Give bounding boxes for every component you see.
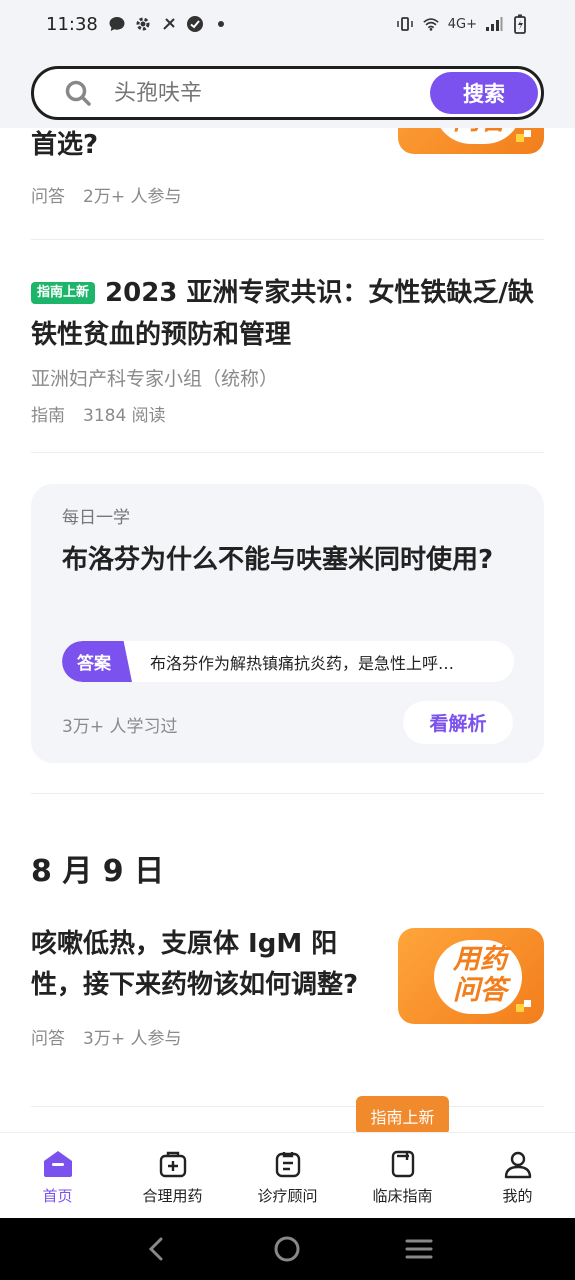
item-title: 首选? (31, 130, 99, 160)
vibrate-icon (396, 15, 414, 33)
home-icon (41, 1147, 75, 1181)
nav-label: 临床指南 (372, 1187, 433, 1205)
search-icon (64, 79, 92, 107)
item-title-text: 2023 亚洲专家共识：女性铁缺乏/缺铁性贫血的预防和管理 (31, 278, 534, 350)
status-time: 11:38 (46, 13, 98, 35)
more-dot-icon (212, 15, 230, 33)
gear-icon (134, 15, 152, 33)
answer-text: 布洛芬作为解热镇痛抗炎药，是急性上呼… (150, 653, 455, 673)
item-source: 亚洲妇产科专家小组（统称） (31, 368, 279, 390)
item-type: 指南 (31, 406, 65, 426)
daily-learn-label: 每日一学 (62, 508, 130, 528)
list-item-guide[interactable]: 指南上新 2023 亚洲专家共识：女性铁缺乏/缺铁性贫血的预防和管理 亚洲妇产科专… (31, 272, 544, 432)
divider (31, 239, 544, 240)
chat-bubble-icon (108, 15, 126, 33)
item-meta: 问答 2万+ 人参与 (31, 182, 181, 207)
profile-icon (501, 1147, 535, 1181)
qa-thumbnail: 用药问答 (398, 928, 544, 1024)
system-nav-bar (0, 1218, 575, 1280)
item-type: 问答 (31, 187, 65, 207)
item-title: 指南上新 2023 亚洲专家共识：女性铁缺乏/缺铁性贫血的预防和管理 (31, 272, 544, 356)
divider (31, 1106, 544, 1107)
answer-preview[interactable]: 答案 布洛芬作为解热镇痛抗炎药，是急性上呼… (62, 641, 514, 682)
nav-item-medication[interactable]: 合理用药 (115, 1133, 230, 1218)
nav-label: 我的 (502, 1187, 533, 1205)
guide-book-icon (386, 1147, 420, 1181)
view-analysis-button[interactable]: 看解析 (403, 701, 513, 744)
guide-new-badge[interactable]: 指南上新 (356, 1096, 449, 1135)
sparkle-icon (516, 130, 531, 142)
qa-thumbnail: 用药问答 (398, 128, 544, 154)
nav-label: 诊疗顾问 (257, 1187, 318, 1205)
list-item-qa[interactable]: 咳嗽低热，支原体 IgM 阳性，接下来药物该如何调整? 问答 3万+ 人参与 用… (31, 924, 544, 1084)
medicine-kit-icon (156, 1147, 190, 1181)
search-header: 搜索 (0, 48, 575, 128)
nav-label: 首页 (42, 1187, 73, 1205)
guide-new-tag: 指南上新 (31, 282, 96, 304)
item-type: 问答 (31, 1029, 65, 1049)
feed-list[interactable]: 首选? 问答 2万+ 人参与 用药问答 指南上新2023 亚洲专家共识：女性铁缺… (0, 128, 575, 1132)
item-meta: 指南 3184 阅读 (31, 401, 544, 426)
consult-icon (271, 1147, 305, 1181)
search-bar[interactable]: 搜索 (31, 66, 544, 120)
daily-learn-card[interactable]: 每日一学 布洛芬为什么不能与呋塞米同时使用? 答案 布洛芬作为解热镇痛抗炎药，是… (31, 484, 544, 763)
nav-label: 合理用药 (142, 1187, 203, 1205)
wifi-icon (422, 15, 440, 33)
status-system-icons: 4G+ (396, 14, 529, 34)
muted-app-icon (160, 15, 178, 33)
thumbnail-text: 用药问答 (453, 944, 507, 1006)
check-circle-icon (186, 15, 204, 33)
nav-item-profile[interactable]: 我的 (460, 1133, 575, 1218)
nav-item-consult[interactable]: 诊疗顾问 (230, 1133, 345, 1218)
item-title: 咳嗽低热，支原体 IgM 阳性，接下来药物该如何调整? (31, 929, 359, 1000)
status-bar: 11:38 4G+ (0, 0, 575, 48)
back-icon[interactable] (141, 1234, 171, 1264)
thumbnail-text: 用药问答 (442, 128, 518, 136)
item-meta: 问答 3万+ 人参与 (31, 1024, 544, 1049)
item-participants: 2万+ 人参与 (83, 187, 182, 207)
recents-menu-icon[interactable] (404, 1234, 434, 1264)
divider (31, 452, 544, 453)
divider (31, 793, 544, 794)
sparkle-icon (516, 1000, 531, 1012)
list-item-qa[interactable]: 首选? 问答 2万+ 人参与 用药问答 (31, 128, 544, 234)
daily-question: 布洛芬为什么不能与呋塞米同时使用? (62, 545, 494, 575)
date-heading: 8 月 9 日 (31, 854, 165, 889)
network-type: 4G+ (447, 16, 477, 32)
battery-charging-icon (511, 14, 529, 34)
nav-item-home[interactable]: 首页 (0, 1133, 115, 1218)
item-reads: 3184 阅读 (83, 406, 166, 426)
signal-icon (485, 15, 503, 33)
nav-item-guidelines[interactable]: 临床指南 (345, 1133, 460, 1218)
status-notification-icons (108, 15, 230, 33)
search-input[interactable] (114, 80, 394, 106)
answer-tag: 答案 (62, 641, 132, 682)
learners-count: 3万+ 人学习过 (62, 717, 178, 737)
home-circle-icon[interactable] (272, 1234, 302, 1264)
item-participants: 3万+ 人参与 (83, 1029, 182, 1049)
bottom-nav: 首页 合理用药 诊疗顾问 临床指南 我的 (0, 1132, 575, 1218)
search-button[interactable]: 搜索 (430, 72, 538, 114)
